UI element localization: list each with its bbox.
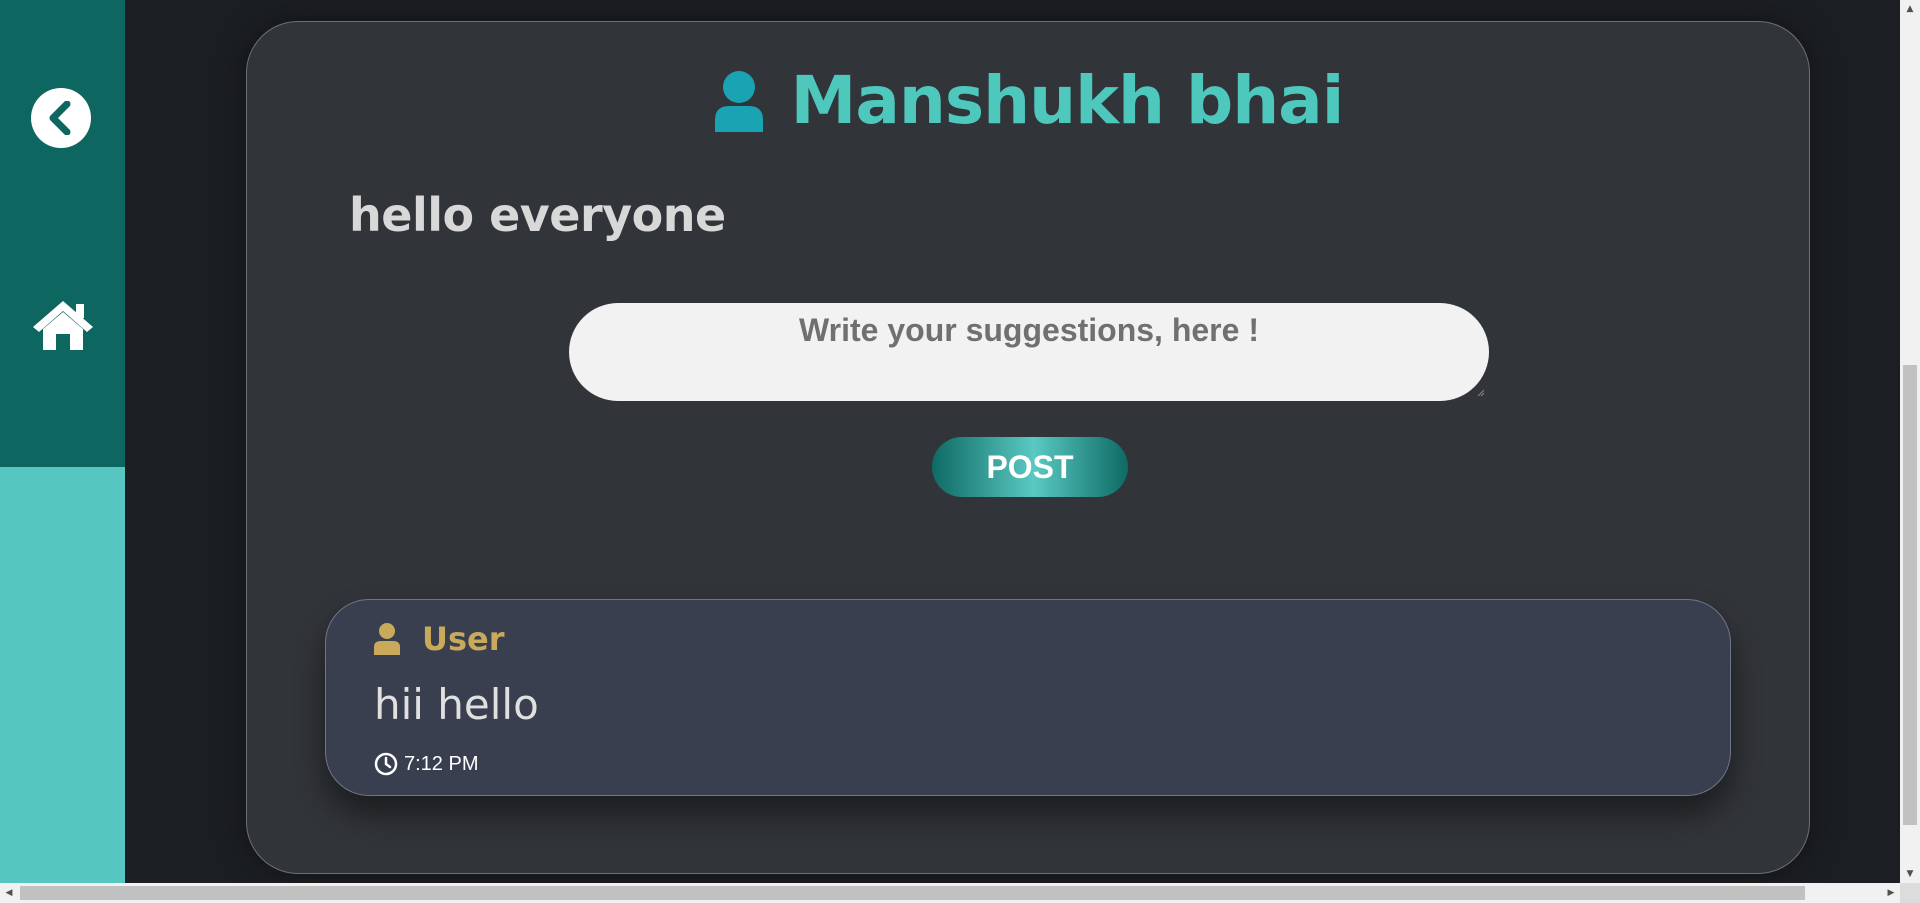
page-title: Manshukh bhai bbox=[247, 62, 1809, 139]
scroll-down-icon[interactable]: ▼ bbox=[1900, 865, 1920, 883]
resize-handle-icon[interactable] bbox=[1477, 389, 1485, 397]
clock-icon bbox=[374, 752, 398, 776]
home-button[interactable] bbox=[31, 298, 95, 352]
post-text: hello everyone bbox=[349, 188, 726, 242]
comment-user-name: User bbox=[422, 620, 505, 658]
comment-card: User hii hello 7:12 PM bbox=[325, 599, 1731, 796]
vertical-scroll-thumb[interactable] bbox=[1903, 365, 1917, 825]
scroll-right-icon[interactable]: ▶ bbox=[1882, 883, 1900, 903]
post-button[interactable]: POST bbox=[932, 437, 1128, 497]
scroll-left-icon[interactable]: ◀ bbox=[0, 883, 18, 903]
vertical-scrollbar[interactable]: ▲ ▼ bbox=[1900, 0, 1920, 883]
sidebar-top-panel bbox=[0, 0, 125, 467]
home-icon bbox=[33, 301, 93, 350]
scrollbar-corner bbox=[1900, 883, 1920, 903]
sidebar bbox=[0, 0, 125, 883]
comment-time: 7:12 PM bbox=[374, 752, 478, 776]
horizontal-scrollbar[interactable]: ◀ ▶ bbox=[0, 883, 1900, 903]
author-name: Manshukh bhai bbox=[790, 62, 1345, 139]
chevron-left-icon bbox=[49, 101, 71, 135]
comment-user: User bbox=[374, 620, 505, 658]
scroll-up-icon[interactable]: ▲ bbox=[1900, 0, 1920, 18]
post-card: Manshukh bhai hello everyone POST User h… bbox=[246, 21, 1810, 874]
comment-text: hii hello bbox=[374, 680, 539, 729]
back-button[interactable] bbox=[31, 88, 91, 148]
comment-timestamp: 7:12 PM bbox=[404, 752, 479, 775]
user-icon bbox=[714, 70, 763, 132]
horizontal-scroll-thumb[interactable] bbox=[20, 886, 1805, 900]
user-icon bbox=[374, 623, 400, 655]
suggestion-input[interactable] bbox=[569, 303, 1489, 401]
